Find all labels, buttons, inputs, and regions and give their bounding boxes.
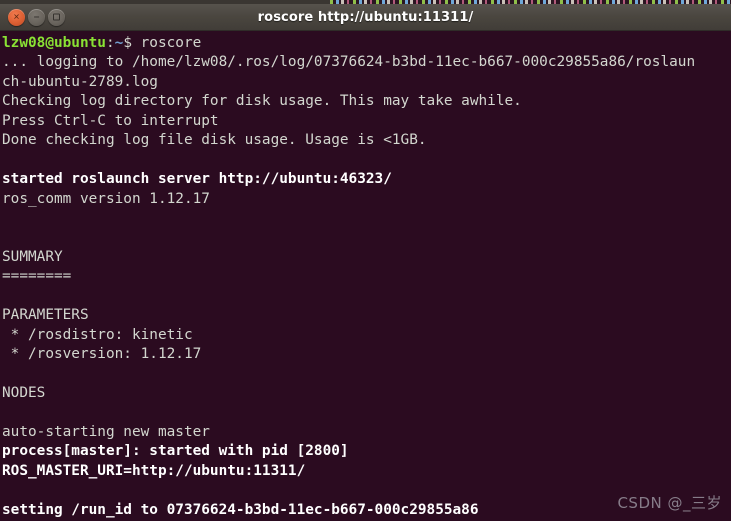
prompt-path: ~ <box>114 35 124 51</box>
prompt-command: roscore <box>131 35 202 51</box>
terminal-line: process[master]: started with pid [2800] <box>2 443 349 460</box>
terminal-line: ======== <box>2 268 72 285</box>
terminal-line: auto-starting new master <box>2 423 210 440</box>
terminal-line: * /rosversion: 1.12.17 <box>2 346 202 362</box>
terminal-line: setting /run_id to 07376624-b3bd-11ec-b6… <box>2 501 479 518</box>
terminal-line: ... logging to /home/lzw08/.ros/log/0737… <box>2 54 696 71</box>
terminal-window: ✕ − roscore http://ubuntu:11311/ lzw08@u… <box>0 0 731 521</box>
terminal-line: ROS_MASTER_URI=http://ubuntu:11311/ <box>2 462 306 479</box>
prompt-user-host: lzw08@ubuntu <box>2 35 106 51</box>
terminal-line: Press Ctrl-C to interrupt <box>2 112 219 129</box>
terminal-line: Checking log directory for disk usage. T… <box>2 93 522 110</box>
terminal-line: started roslaunch server http://ubuntu:4… <box>2 171 392 188</box>
terminal-prompt-line: lzw08@ubuntu:~$ roscore <box>2 34 731 53</box>
prompt-colon: : <box>105 35 115 51</box>
terminal-line: NODES <box>2 384 46 401</box>
terminal-line: * /rosdistro: kinetic <box>2 326 193 343</box>
window-titlebar[interactable]: ✕ − roscore http://ubuntu:11311/ <box>0 4 731 31</box>
terminal-line: SUMMARY <box>2 248 63 265</box>
terminal-line: PARAMETERS <box>2 307 89 324</box>
prompt-sigil: $ <box>123 35 132 51</box>
terminal-line: ch-ubuntu-2789.log <box>2 73 158 90</box>
terminal-line: Done checking log file disk usage. Usage… <box>2 132 427 149</box>
terminal-output-area[interactable]: lzw08@ubuntu:~$ roscore ... logging to /… <box>0 31 731 521</box>
window-title: roscore http://ubuntu:11311/ <box>257 10 474 25</box>
terminal-line: ros_comm version 1.12.17 <box>2 190 210 207</box>
